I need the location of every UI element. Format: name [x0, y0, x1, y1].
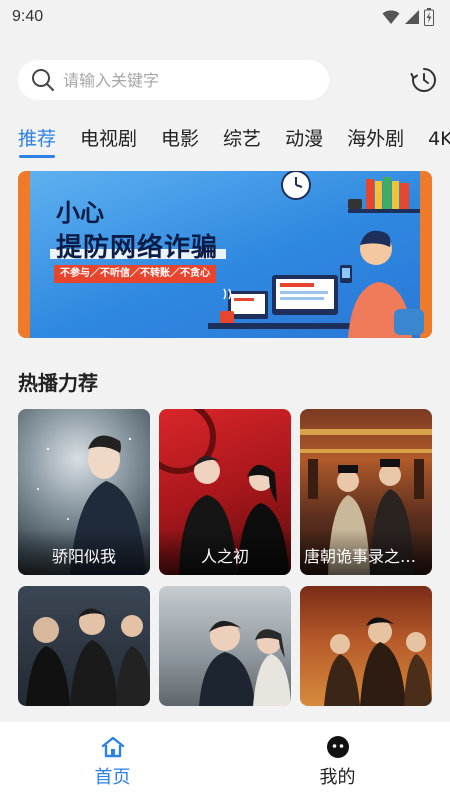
- banner-strip-left: [18, 171, 30, 338]
- poster-figure: [324, 617, 432, 706]
- tab-movies[interactable]: 电影: [161, 124, 199, 158]
- poster-title: 唐朝诡事录之长安: [300, 529, 432, 575]
- tab-4k[interactable]: 4K: [428, 124, 450, 158]
- signal-icon: [405, 10, 419, 24]
- poster-card[interactable]: [159, 586, 291, 706]
- status-icons: [382, 8, 434, 26]
- poster-card[interactable]: 人之初: [159, 409, 291, 575]
- search-icon: [32, 69, 54, 91]
- nav-profile[interactable]: 我的: [225, 722, 450, 800]
- tab-overseas[interactable]: 海外剧: [347, 124, 404, 158]
- tab-variety[interactable]: 综艺: [223, 124, 261, 158]
- nav-home[interactable]: 首页: [0, 722, 225, 800]
- banner-illustration: [208, 171, 424, 338]
- poster-title: 人之初: [159, 529, 291, 575]
- category-tabs: 推荐 电视剧 电影 综艺 动漫 海外剧 4K: [18, 124, 450, 164]
- poster-card[interactable]: 唐朝诡事录之长安: [300, 409, 432, 575]
- wifi-icon: [382, 10, 400, 24]
- poster-figure: [199, 620, 291, 706]
- profile-icon: [326, 736, 349, 758]
- poster-image: [159, 586, 291, 706]
- status-time: 9:40: [12, 8, 44, 25]
- nav-home-label: 首页: [94, 767, 131, 788]
- tab-recommend[interactable]: 推荐: [18, 124, 56, 158]
- battery-icon: [424, 8, 434, 26]
- poster-image: [18, 586, 150, 706]
- home-icon: [101, 736, 124, 758]
- poster-card[interactable]: 骄阳似我: [18, 409, 150, 575]
- history-icon[interactable]: [410, 66, 438, 94]
- poster-title: 骄阳似我: [18, 529, 150, 575]
- status-bar: 9:40: [0, 0, 450, 34]
- tab-anime[interactable]: 动漫: [285, 124, 323, 158]
- search-input[interactable]: [63, 70, 303, 90]
- search-row: [18, 60, 438, 100]
- tab-tv-series[interactable]: 电视剧: [80, 124, 137, 158]
- banner-title-line1: 小心: [56, 199, 104, 227]
- promo-banner[interactable]: 小心 提防网络诈骗 不参与／不听信／不转账／不贪心: [18, 171, 432, 338]
- section-title-hot: 热播力荐: [18, 371, 98, 395]
- nav-profile-label: 我的: [319, 767, 356, 788]
- search-box[interactable]: [18, 60, 329, 100]
- poster-image: [300, 586, 432, 706]
- poster-figure: [26, 608, 150, 706]
- bottom-nav: 首页 我的: [0, 722, 450, 800]
- poster-card[interactable]: [300, 586, 432, 706]
- poster-card[interactable]: [18, 586, 150, 706]
